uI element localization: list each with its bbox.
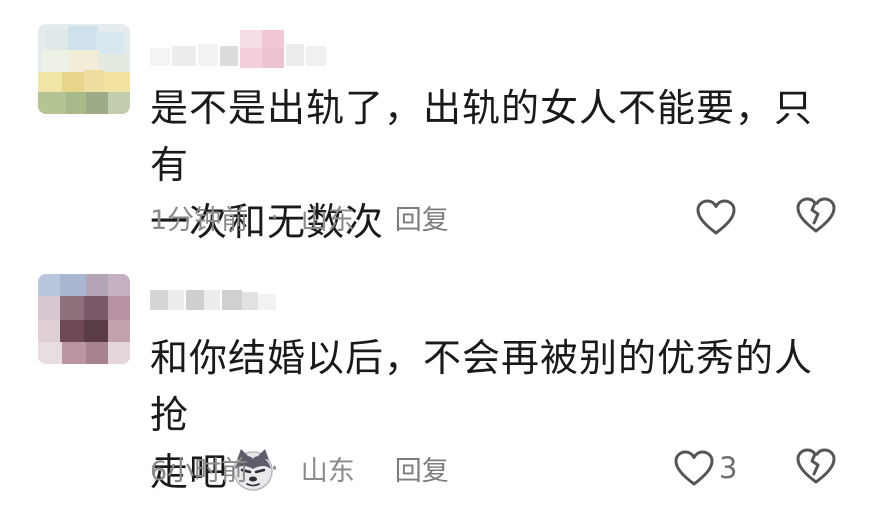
comment-item: 和你结婚以后，不会再被别的优秀的人抢 走吧 6小时前 · 山东 回复 3 — [0, 250, 896, 516]
location: 山东 — [300, 455, 355, 487]
timestamp: 6小时前 — [150, 455, 249, 487]
like-count: 3 — [719, 451, 738, 485]
separator: · — [270, 452, 279, 484]
comment-item: 是不是出轨了，出轨的女人不能要，只有 一次和无数次 1分钟前 · 山东 回复 — [0, 0, 896, 250]
username[interactable] — [150, 30, 350, 68]
dislike-button[interactable] — [795, 195, 839, 239]
username[interactable] — [150, 286, 350, 312]
like-button[interactable] — [695, 195, 741, 239]
reply-button[interactable]: 回复 — [395, 449, 449, 488]
location: 山东 — [300, 204, 355, 236]
comment-text-line: 是不是出轨了，出轨的女人不能要，只有 — [150, 86, 814, 187]
timestamp: 1分钟前 — [150, 204, 249, 236]
avatar[interactable] — [38, 274, 130, 364]
comment-text-line: 和你结婚以后，不会再被别的优秀的人抢 — [150, 336, 814, 437]
broken-heart-icon — [796, 197, 836, 233]
avatar[interactable] — [38, 24, 130, 114]
heart-outline-icon — [674, 450, 714, 486]
like-button[interactable]: 3 — [673, 446, 737, 490]
broken-heart-icon — [796, 448, 836, 484]
heart-outline-icon — [696, 199, 736, 235]
reply-button[interactable]: 回复 — [395, 198, 449, 237]
comment-meta: 1分钟前 · 山东 回复 — [150, 197, 449, 237]
comment-meta: 6小时前 · 山东 回复 — [150, 448, 449, 488]
dislike-button[interactable] — [795, 446, 839, 490]
separator: · — [270, 201, 279, 233]
